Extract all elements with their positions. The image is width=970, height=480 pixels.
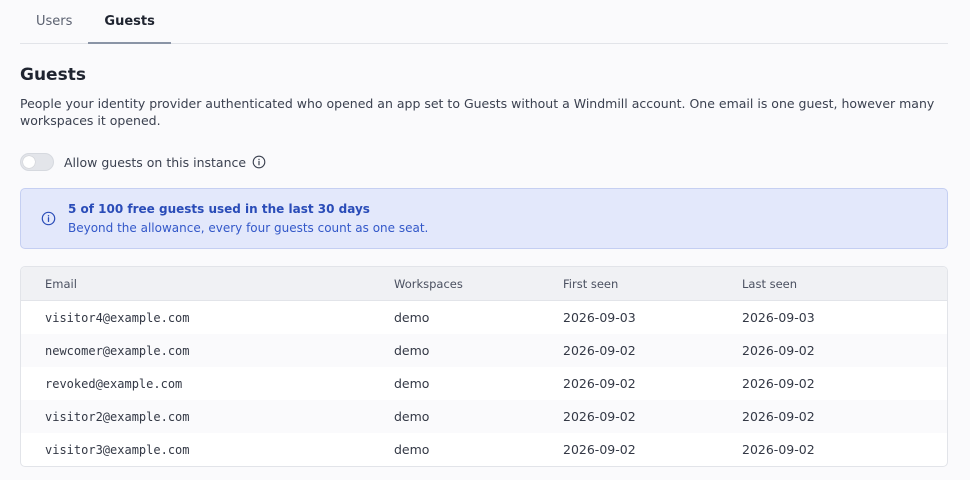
tab-users[interactable]: Users [20,0,88,44]
guest-email: visitor4@example.com [45,310,190,325]
guest-first-seen: 2026-09-02 [539,400,718,433]
guest-first-seen: 2026-09-02 [563,376,636,391]
guest-email: newcomer@example.com [21,334,370,367]
guest-last-seen: 2026-09-02 [718,334,947,367]
toggle-knob [23,156,35,168]
guest-workspaces: demo [370,400,539,433]
alert-title: 5 of 100 free guests used in the last 30… [68,202,370,216]
guest-last-seen: 2026-09-03 [742,310,815,325]
table-row[interactable]: revoked@example.com demo 2026-09-02 2026… [21,367,947,400]
guest-workspaces: demo [370,334,539,367]
alert-body: Beyond the allowance, every four guests … [68,221,429,235]
table-header-row: Email Workspaces First seen Last seen [21,267,947,301]
guest-workspaces: demo [394,310,430,325]
tab-guests[interactable]: Guests [88,0,171,44]
guest-email: revoked@example.com [45,376,183,391]
table-row[interactable]: visitor3@example.com demo 2026-09-02 202… [21,433,947,466]
guest-last-seen: 2026-09-02 [742,376,815,391]
allow-guests-label: Allow guests on this instance [64,154,247,170]
guest-first-seen: 2026-09-02 [563,442,636,457]
guests-table: Email Workspaces First seen Last seen vi… [20,266,948,467]
guest-email: visitor2@example.com [21,400,370,433]
column-header-workspaces[interactable]: Workspaces [370,267,539,301]
guest-workspaces: demo [394,442,430,457]
guest-usage-alert: 5 of 100 free guests used in the last 30… [20,188,948,249]
allow-guests-toggle[interactable] [20,153,54,171]
table-row[interactable]: visitor4@example.com demo 2026-09-03 202… [21,301,947,335]
guest-first-seen: 2026-09-03 [563,310,636,325]
table-row[interactable]: visitor2@example.com demo 2026-09-02 202… [21,400,947,433]
alert-text: 5 of 100 free guests used in the last 30… [68,201,428,236]
page-title: Guests [20,65,86,85]
guest-last-seen: 2026-09-02 [718,400,947,433]
allow-guests-row: Allow guests on this instance [20,152,948,172]
guest-last-seen: 2026-09-02 [742,442,815,457]
guests-settings-page: Users Guests Guests People your identity… [0,0,970,480]
table-row[interactable]: newcomer@example.com demo 2026-09-02 202… [21,334,947,367]
guest-first-seen: 2026-09-02 [539,334,718,367]
guest-email: visitor3@example.com [45,442,190,457]
info-icon [41,211,56,226]
info-icon[interactable] [252,155,266,169]
tab-bar: Users Guests [20,0,948,44]
column-header-first-seen[interactable]: First seen [539,267,718,301]
column-header-last-seen[interactable]: Last seen [718,267,947,301]
guest-workspaces: demo [394,376,430,391]
page-description: People your identity provider authentica… [20,96,935,128]
column-header-email[interactable]: Email [21,267,370,301]
